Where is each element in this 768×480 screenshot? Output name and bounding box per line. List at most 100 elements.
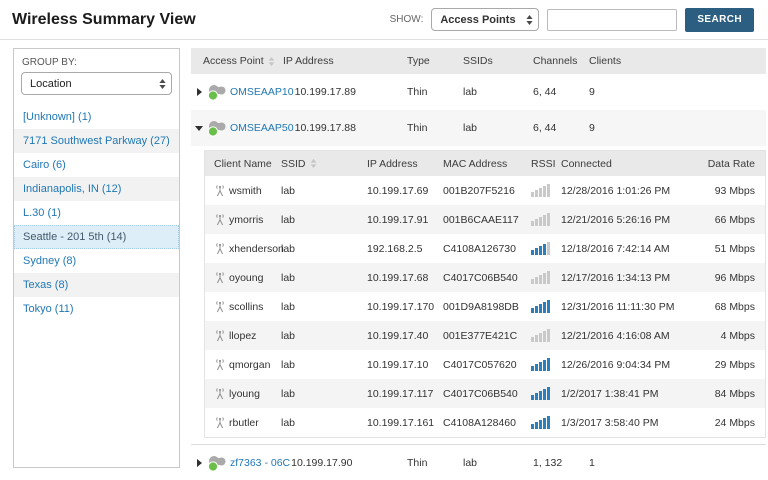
client-data-rate: 51 Mbps (707, 243, 765, 255)
client-name-cell: qmorgan (205, 358, 281, 371)
client-ssid: lab (281, 185, 367, 197)
client-ssid: lab (281, 417, 367, 429)
rssi-bar (531, 221, 534, 226)
column-header-access-point[interactable]: Access Point (191, 55, 283, 67)
rssi-bar (535, 393, 538, 400)
rssi-bar (539, 217, 542, 226)
client-table: Client NameSSID IP AddressMAC AddressRSSI… (204, 150, 766, 438)
sidebar-item-location[interactable]: Seattle - 201 5th (14) (14, 225, 179, 249)
column-header-clients[interactable]: Clients (581, 55, 766, 67)
rssi-bar (547, 213, 550, 226)
access-point-row[interactable]: zf7363 - 06C10.199.17.90Thinlab1, 1321 (191, 444, 766, 480)
column-header-client-name[interactable]: Client Name (205, 158, 281, 170)
expand-toggle[interactable] (191, 126, 207, 131)
ap-name-link[interactable]: OMSEAAP50 (230, 122, 294, 134)
rssi-bar (547, 271, 550, 284)
client-name-cell: oyoung (205, 271, 281, 284)
ap-channels: 6, 44 (525, 122, 581, 134)
column-header-ssid[interactable]: SSID (281, 158, 367, 170)
access-point-row[interactable]: OMSEAAP5010.199.17.88Thinlab6, 449 (191, 110, 766, 146)
rssi-bar (543, 273, 546, 284)
client-row: llopezlab10.199.17.40001E377E421C12/21/2… (205, 321, 765, 350)
sidebar-item-location[interactable]: 7171 Southwest Parkway (27) (14, 129, 179, 153)
client-ssid: lab (281, 359, 367, 371)
client-mac: C4017C06B540 (443, 272, 527, 284)
sidebar-item-location[interactable]: Tokyo (11) (14, 297, 179, 321)
client-name: llopez (229, 330, 256, 342)
column-header-type[interactable]: Type (393, 55, 455, 67)
client-ip: 10.199.17.170 (367, 301, 443, 313)
column-header-data-rate[interactable]: Data Rate (707, 158, 765, 170)
sidebar-item-location[interactable]: Cairo (6) (14, 153, 179, 177)
show-select[interactable]: Access Points (431, 8, 539, 31)
expand-icon (197, 459, 202, 467)
sidebar-item-location[interactable]: Sydney (8) (14, 249, 179, 273)
access-point-table: Access Point IP Address Type SSIDs Chann… (191, 48, 766, 480)
sidebar-item-location[interactable]: Indianapolis, IN (12) (14, 177, 179, 201)
client-name: lyoung (229, 388, 260, 400)
rssi-bar (539, 391, 542, 400)
rssi-bar (539, 246, 542, 255)
client-ip: 10.199.17.10 (367, 359, 443, 371)
column-header-label: SSID (281, 158, 306, 170)
rssi-bar (531, 192, 534, 197)
ap-name-link[interactable]: OMSEAAP10 (230, 86, 294, 98)
expand-icon (197, 88, 202, 96)
column-header-rssi[interactable]: RSSI (527, 158, 561, 170)
client-data-rate: 68 Mbps (707, 301, 765, 313)
ap-table-body: OMSEAAP1010.199.17.89Thinlab6, 449OMSEAA… (191, 74, 766, 480)
rssi-bar (535, 219, 538, 226)
rssi-signal-icon (527, 358, 561, 371)
ap-type: Thin (393, 86, 455, 98)
client-row: wsmithlab10.199.17.69001B207F521612/28/2… (205, 176, 765, 205)
location-list: [Unknown] (1)7171 Southwest Parkway (27)… (14, 105, 179, 321)
rssi-bar (547, 416, 550, 429)
client-ip: 10.199.17.68 (367, 272, 443, 284)
sidebar-item-location[interactable]: [Unknown] (1) (14, 105, 179, 129)
client-ssid: lab (281, 243, 367, 255)
client-ip: 10.199.17.117 (367, 388, 443, 400)
ap-clients: 9 (581, 122, 766, 134)
ap-ip-address: 10.199.17.90 (291, 457, 352, 469)
search-input[interactable] (547, 9, 677, 31)
show-select-value: Access Points (440, 14, 515, 26)
client-antenna-icon (214, 242, 226, 255)
ap-ssids: lab (455, 86, 525, 98)
column-header-connected[interactable]: Connected (561, 158, 707, 170)
sidebar-item-location[interactable]: Texas (8) (14, 273, 179, 297)
expand-toggle[interactable] (191, 459, 207, 467)
access-point-status-icon (207, 454, 227, 472)
access-point-row[interactable]: OMSEAAP1010.199.17.89Thinlab6, 449 (191, 74, 766, 110)
expand-toggle[interactable] (191, 88, 207, 96)
rssi-bar (531, 395, 534, 400)
client-table-header: Client NameSSID IP AddressMAC AddressRSSI… (205, 151, 765, 176)
client-ssid: lab (281, 272, 367, 284)
client-data-rate: 66 Mbps (707, 214, 765, 226)
column-header-ip-address[interactable]: IP Address (367, 158, 443, 170)
client-antenna-icon (214, 271, 226, 284)
rssi-bar (531, 279, 534, 284)
client-mac: 001E377E421C (443, 330, 527, 342)
client-name-cell: wsmith (205, 184, 281, 197)
rssi-bar (547, 358, 550, 371)
select-arrows-icon (526, 15, 533, 25)
client-mac: C4108A128460 (443, 417, 527, 429)
client-ip: 10.199.17.161 (367, 417, 443, 429)
ap-name-cell: OMSEAAP5010.199.17.88 (207, 119, 393, 137)
ap-clients: 9 (581, 86, 766, 98)
sidebar-item-location[interactable]: L.30 (1) (14, 201, 179, 225)
search-button[interactable]: SEARCH (685, 8, 754, 32)
ap-clients: 1 (581, 457, 766, 469)
client-antenna-icon (214, 416, 226, 429)
client-mac: 001B6CAAE117 (443, 214, 527, 226)
group-by-select[interactable]: Location (21, 72, 172, 95)
column-header-mac-address[interactable]: MAC Address (443, 158, 527, 170)
column-header-ssids[interactable]: SSIDs (455, 55, 525, 67)
content: GROUP BY: Location [Unknown] (1)7171 Sou… (0, 40, 768, 480)
column-header-channels[interactable]: Channels (525, 55, 581, 67)
client-row: xhendersonlab192.168.2.5C4108A12673012/1… (205, 234, 765, 263)
ap-name-link[interactable]: zf7363 - 06C (230, 457, 290, 469)
column-header-ip-address[interactable]: IP Address (283, 55, 393, 67)
ap-ip-address: 10.199.17.88 (295, 122, 356, 134)
client-connected: 12/21/2016 5:26:16 PM (561, 214, 707, 226)
